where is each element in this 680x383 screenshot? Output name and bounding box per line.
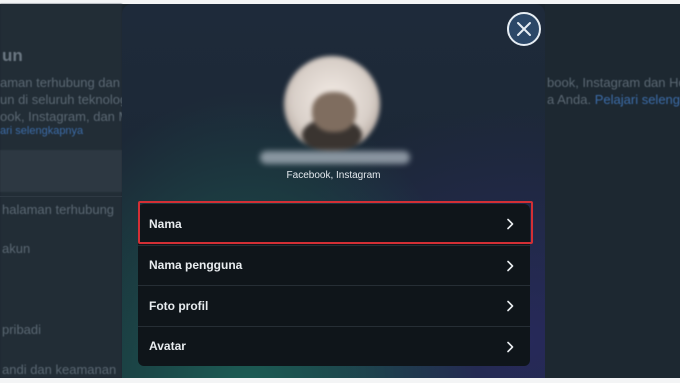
background-text-line: a Anda. Pelajari selengkap (547, 92, 680, 107)
background-text-fragment: a Anda. (547, 92, 592, 107)
background-heading: un (2, 46, 23, 65)
chevron-right-icon (507, 341, 514, 352)
background-item: halaman terhubung (2, 202, 115, 217)
menu-item-avatar[interactable]: Avatar (138, 325, 530, 367)
background-link: ari selengkapnya (0, 125, 84, 137)
close-button[interactable] (507, 12, 541, 46)
chevron-right-icon (507, 218, 514, 230)
background-text-line: book, Instagram dan Hor (547, 75, 680, 90)
background-right-panel (545, 4, 680, 378)
menu-item-foto-profil[interactable]: Foto profil (138, 285, 530, 326)
menu-item-nama-pengguna[interactable]: Nama pengguna (138, 244, 530, 286)
screenshot-frame-bottom (0, 378, 680, 383)
profile-modal: Facebook, Instagram Nama Nama pengguna F… (122, 4, 545, 378)
chevron-right-icon (507, 260, 514, 271)
menu-item-label: Nama (149, 217, 182, 232)
menu-item-label: Nama pengguna (149, 258, 243, 273)
profile-menu: Nama Nama pengguna Foto profil Avatar (138, 204, 530, 366)
background-divider (0, 196, 122, 197)
background-text-line: un di seluruh teknolog (0, 92, 128, 107)
avatar (284, 56, 380, 152)
linked-accounts-label: Facebook, Instagram (286, 170, 381, 181)
menu-item-nama[interactable]: Nama (138, 204, 530, 245)
background-item: pribadi (2, 322, 42, 337)
menu-item-label: Avatar (149, 339, 186, 354)
chevron-right-icon (507, 300, 514, 312)
close-icon (517, 22, 531, 36)
avatar-face (312, 92, 356, 132)
background-item: andi dan keamanan (2, 362, 117, 377)
blurred-username (260, 151, 410, 164)
background-item: akun (2, 241, 31, 256)
background-text-line: ook, Instagram, dan M (0, 109, 130, 124)
background-selected-row (0, 150, 122, 192)
background-link: Pelajari selengkap (594, 92, 680, 107)
menu-item-label: Foto profil (149, 298, 209, 313)
background-text-line: aman terhubung dan (0, 75, 120, 90)
